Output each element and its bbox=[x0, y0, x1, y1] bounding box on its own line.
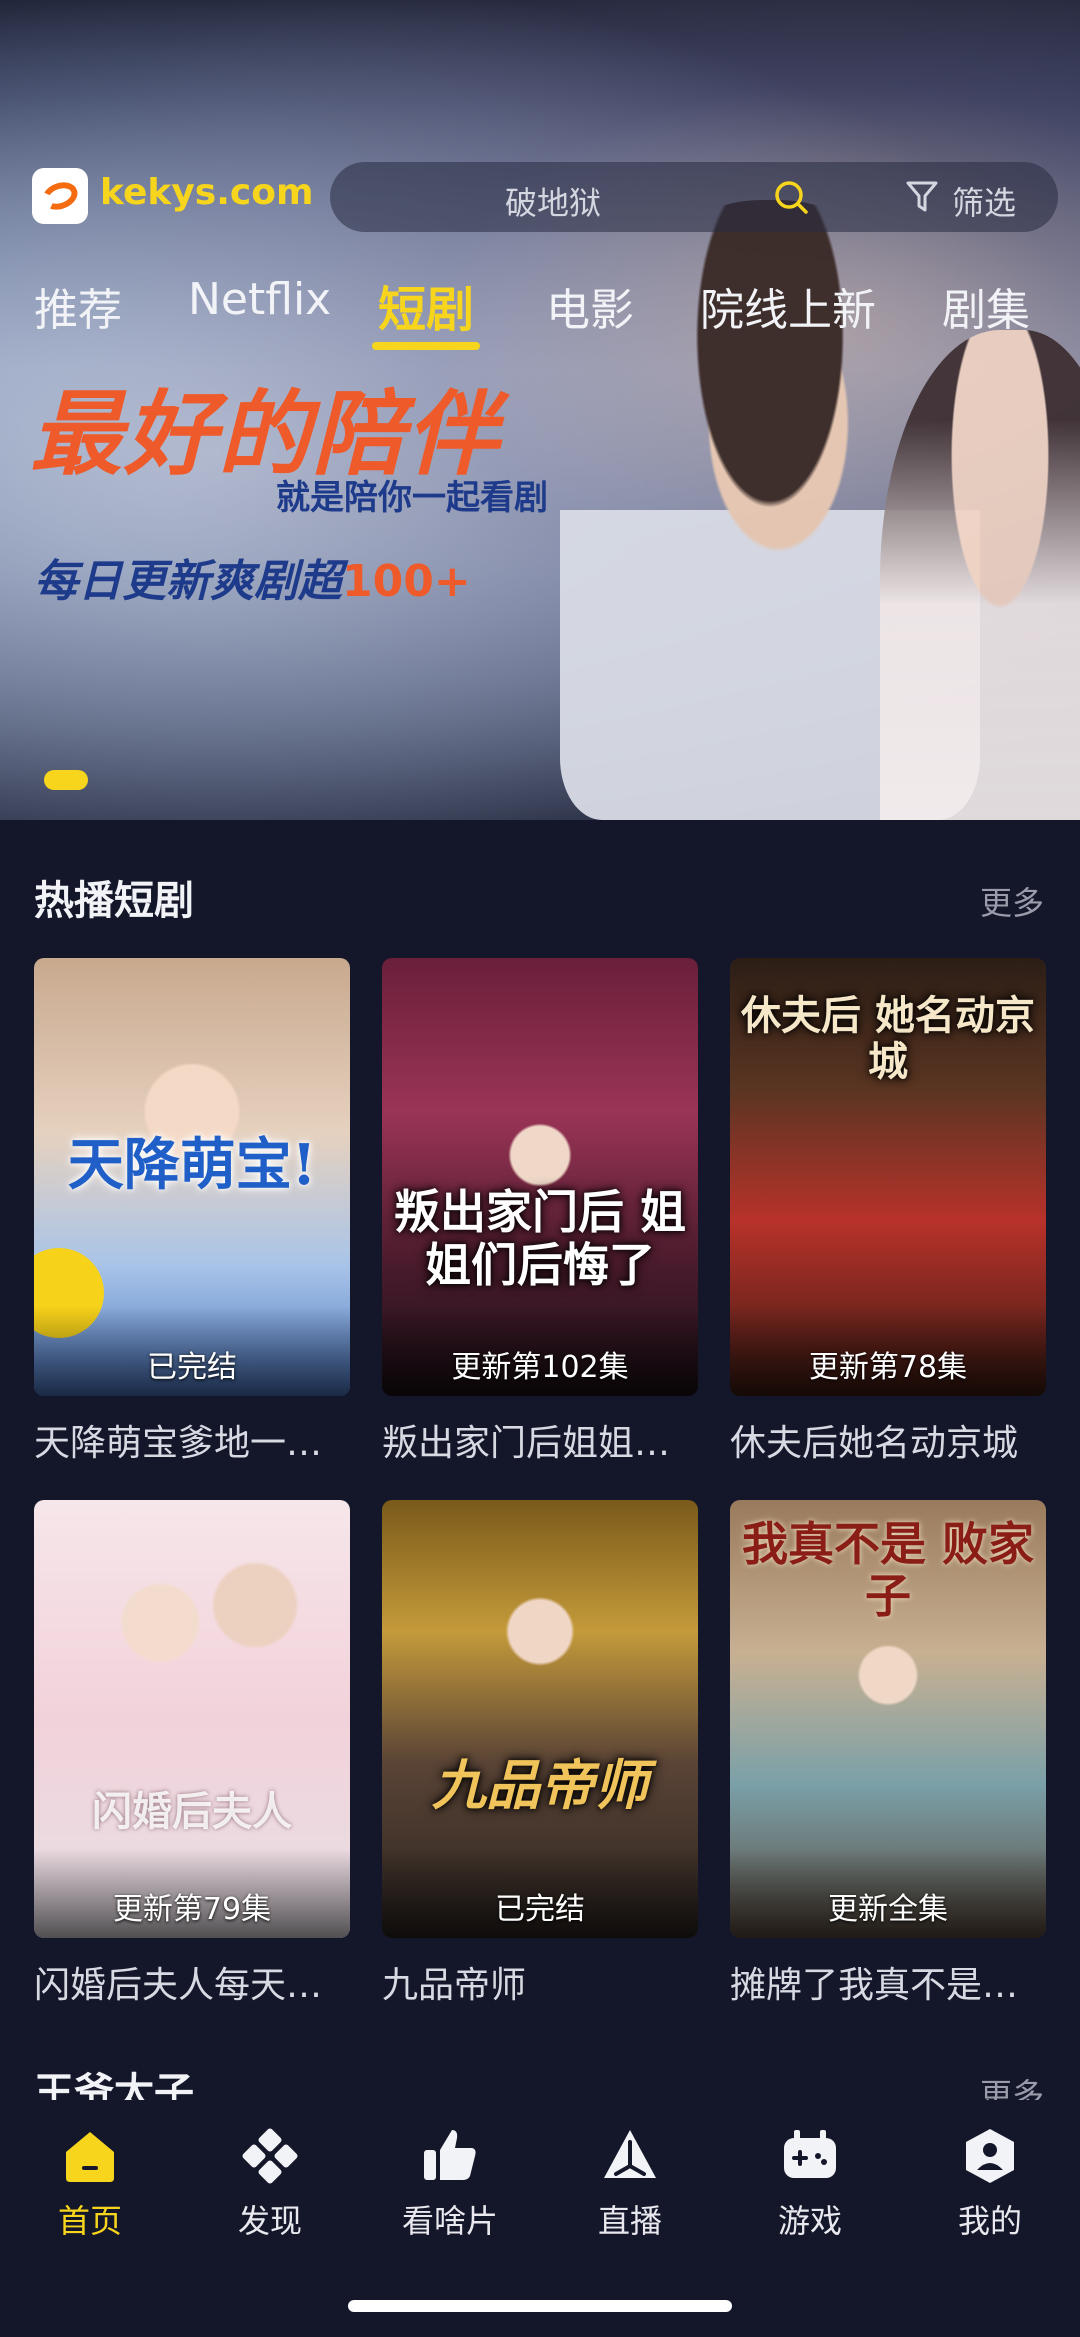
app-screen: 最好的陪伴 就是陪你一起看剧 每日更新爽剧超100+ kekys.com 破地狱… bbox=[0, 0, 1080, 2337]
category-tabs: 推荐 Netflix 短剧 电影 院线上新 剧集 bbox=[0, 270, 1080, 360]
poster-title-art: 天降萌宝! bbox=[67, 1132, 317, 1199]
episode-badge: 已完结 bbox=[147, 1350, 237, 1385]
drama-card[interactable]: 我真不是 败家子 更新全集 摊牌了我真不是… bbox=[730, 1500, 1046, 2008]
drama-card[interactable]: 天降萌宝! 已完结 天降萌宝爹地一… bbox=[34, 958, 350, 1466]
active-tab-indicator bbox=[372, 342, 480, 350]
drama-title[interactable]: 休夫后她名动京城 bbox=[730, 1414, 1046, 1466]
gamepad-icon bbox=[784, 2130, 836, 2178]
poster-title-art: 九品帝师 bbox=[432, 1753, 648, 1818]
poster-title-art: 休夫后 她名动京城 bbox=[741, 992, 1035, 1086]
drama-card[interactable]: 九品帝师 已完结 九品帝师 bbox=[382, 1500, 698, 2008]
nav-profile[interactable]: 我的 bbox=[920, 2126, 1060, 2242]
episode-badge: 更新第78集 bbox=[808, 1350, 968, 1385]
app-logo-icon bbox=[32, 168, 88, 224]
nav-discover[interactable]: 发现 bbox=[200, 2126, 340, 2242]
live-icon bbox=[604, 2130, 656, 2178]
drama-card[interactable]: 闪婚后夫人 更新第79集 闪婚后夫人每天… bbox=[34, 1500, 350, 2008]
tab-series[interactable]: 剧集 bbox=[942, 274, 1030, 338]
top-bar: kekys.com 破地狱 筛选 bbox=[0, 158, 1080, 234]
hero-banner[interactable]: 最好的陪伴 就是陪你一起看剧 每日更新爽剧超100+ bbox=[0, 0, 1080, 820]
drama-title[interactable]: 闪婚后夫人每天… bbox=[34, 1956, 350, 2008]
more-link-hot-short-drama[interactable]: 更多 bbox=[980, 878, 1044, 924]
episode-badge: 已完结 bbox=[495, 1892, 585, 1927]
drama-poster[interactable]: 九品帝师 已完结 bbox=[382, 1500, 698, 1938]
poster-title-art: 叛出家门后 姐姐们后悔了 bbox=[393, 1184, 686, 1292]
drama-poster[interactable]: 闪婚后夫人 更新第79集 bbox=[34, 1500, 350, 1938]
profile-icon bbox=[966, 2129, 1014, 2183]
tab-new-theatrical[interactable]: 院线上新 bbox=[700, 274, 876, 338]
poster-title-art: 闪婚后夫人 bbox=[92, 1788, 292, 1836]
episode-badge: 更新全集 bbox=[828, 1892, 948, 1927]
drama-card[interactable]: 叛出家门后 姐姐们后悔了 更新第102集 叛出家门后姐姐… bbox=[382, 958, 698, 1466]
episode-badge: 更新第102集 bbox=[451, 1350, 629, 1385]
nav-label: 我的 bbox=[957, 2202, 1022, 2240]
banner-slogan-highlight: 100+ bbox=[342, 556, 471, 607]
nav-games[interactable]: 游戏 bbox=[740, 2126, 880, 2242]
filter-button[interactable]: 筛选 bbox=[952, 178, 1016, 224]
tab-movies[interactable]: 电影 bbox=[546, 274, 634, 338]
drama-poster[interactable]: 天降萌宝! 已完结 bbox=[34, 958, 350, 1396]
search-placeholder[interactable]: 破地狱 bbox=[505, 178, 601, 224]
discover-icon bbox=[242, 2128, 298, 2184]
nav-label: 游戏 bbox=[777, 2202, 842, 2240]
banner-slogan-line-text: 每日更新爽剧超 bbox=[34, 556, 342, 607]
section-title-hot-short-drama: 热播短剧 bbox=[34, 878, 194, 924]
drama-title[interactable]: 摊牌了我真不是… bbox=[730, 1956, 1046, 2008]
tab-netflix[interactable]: Netflix bbox=[188, 274, 331, 325]
tab-short-drama[interactable]: 短剧 bbox=[378, 270, 474, 340]
nav-label: 直播 bbox=[597, 2202, 662, 2240]
home-icon bbox=[66, 2132, 114, 2182]
home-indicator[interactable] bbox=[348, 2300, 732, 2312]
drama-poster[interactable]: 休夫后 她名动京城 更新第78集 bbox=[730, 958, 1046, 1396]
nav-label: 发现 bbox=[237, 2202, 302, 2240]
nav-label: 首页 bbox=[57, 2202, 122, 2240]
nav-label: 看啥片 bbox=[401, 2202, 498, 2240]
drama-title[interactable]: 叛出家门后姐姐… bbox=[382, 1414, 698, 1466]
drama-poster[interactable]: 我真不是 败家子 更新全集 bbox=[730, 1500, 1046, 1938]
drama-poster[interactable]: 叛出家门后 姐姐们后悔了 更新第102集 bbox=[382, 958, 698, 1396]
poster-title-art: 我真不是 败家子 bbox=[741, 1516, 1034, 1624]
thumbs-up-icon bbox=[424, 2130, 476, 2180]
filter-icon[interactable] bbox=[906, 180, 938, 214]
banner-slogan-line: 每日更新爽剧超100+ bbox=[34, 545, 471, 609]
tab-recommend[interactable]: 推荐 bbox=[34, 274, 122, 338]
nav-live[interactable]: 直播 bbox=[560, 2126, 700, 2242]
drama-title[interactable]: 九品帝师 bbox=[382, 1956, 698, 2008]
banner-page-indicator bbox=[44, 770, 88, 790]
nav-what-to-watch[interactable]: 看啥片 bbox=[380, 2126, 520, 2242]
nav-home[interactable]: 首页 bbox=[20, 2126, 160, 2242]
search-bar[interactable] bbox=[330, 162, 1058, 232]
episode-badge: 更新第79集 bbox=[112, 1892, 272, 1927]
search-icon[interactable] bbox=[774, 180, 808, 214]
banner-slogan-sub: 就是陪你一起看剧 bbox=[276, 478, 548, 518]
drama-title[interactable]: 天降萌宝爹地一… bbox=[34, 1414, 350, 1466]
site-name: kekys.com bbox=[100, 172, 314, 213]
drama-card[interactable]: 休夫后 她名动京城 更新第78集 休夫后她名动京城 bbox=[730, 958, 1046, 1466]
